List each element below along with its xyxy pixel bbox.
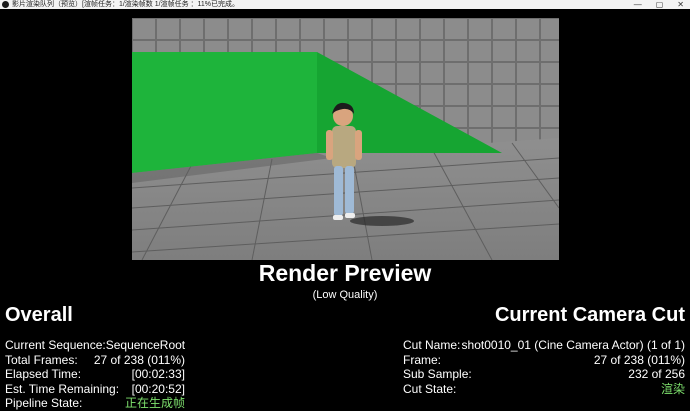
- stat-label: Cut Name:: [403, 338, 461, 352]
- stat-elapsed-time: Elapsed Time: [00:02:33]: [5, 367, 185, 382]
- stat-value: 27 of 238 (011%): [93, 352, 185, 367]
- stat-cut-state: Cut State: 渲染: [403, 382, 685, 397]
- window-title: 影片渲染队列（预览）[渲帧任务：1/渲染帧数 1/渲帧任务 ：11%已完成。: [12, 1, 240, 8]
- stat-value: [00:20:52]: [131, 381, 185, 396]
- stat-value: SequenceRoot: [105, 338, 186, 352]
- render-preview-image: [132, 18, 559, 260]
- stat-label: Current Sequence:: [5, 338, 106, 352]
- stat-time-remaining: Est. Time Remaining: [00:20:52]: [5, 382, 185, 397]
- minimize-icon[interactable]: —: [634, 0, 642, 9]
- overall-heading: Overall: [5, 304, 73, 326]
- camera-cut-stats: Cut Name: shot0010_01 (Cine Camera Actor…: [403, 338, 685, 396]
- stat-label: Total Frames:: [5, 352, 78, 367]
- title-bar: 影片渲染队列（预览）[渲帧任务：1/渲染帧数 1/渲帧任务 ：11%已完成。 —…: [0, 0, 690, 9]
- stat-label: Cut State:: [403, 381, 457, 396]
- stat-pipeline-state: Pipeline State: 正在生成帧: [5, 396, 185, 411]
- stat-label: Frame:: [403, 352, 442, 367]
- stat-total-frames: Total Frames: 27 of 238 (011%): [5, 353, 185, 368]
- close-icon[interactable]: ✕: [677, 0, 684, 9]
- app-icon: [2, 1, 9, 8]
- stat-sub-sample: Sub Sample: 232 of 256: [403, 367, 685, 382]
- stat-label: Elapsed Time:: [5, 367, 82, 381]
- render-preview-title: Render Preview: [258, 260, 432, 286]
- maximize-icon[interactable]: ▢: [656, 0, 664, 9]
- status-value: 渲染: [660, 381, 685, 396]
- status-value: 正在生成帧: [124, 396, 185, 410]
- render-preview-quality: (Low Quality): [312, 289, 378, 301]
- overall-stats: Current Sequence: SequenceRoot Total Fra…: [5, 338, 185, 411]
- stat-value: shot0010_01 (Cine Camera Actor) (1 of 1): [461, 338, 685, 352]
- stat-value: 27 of 238 (011%): [593, 352, 685, 367]
- stat-label: Pipeline State:: [5, 396, 83, 410]
- stat-cut-name: Cut Name: shot0010_01 (Cine Camera Actor…: [403, 338, 685, 353]
- camera-cut-heading: Current Camera Cut: [494, 304, 685, 326]
- stat-label: Est. Time Remaining:: [5, 381, 120, 396]
- preview-scene: [132, 18, 559, 260]
- stat-frame: Frame: 27 of 238 (011%): [403, 353, 685, 368]
- window-controls: — ▢ ✕: [634, 0, 684, 9]
- stat-current-sequence: Current Sequence: SequenceRoot: [5, 338, 185, 353]
- stat-label: Sub Sample:: [403, 367, 472, 381]
- stat-value: 232 of 256: [628, 367, 685, 381]
- stat-value: [00:02:33]: [131, 367, 185, 381]
